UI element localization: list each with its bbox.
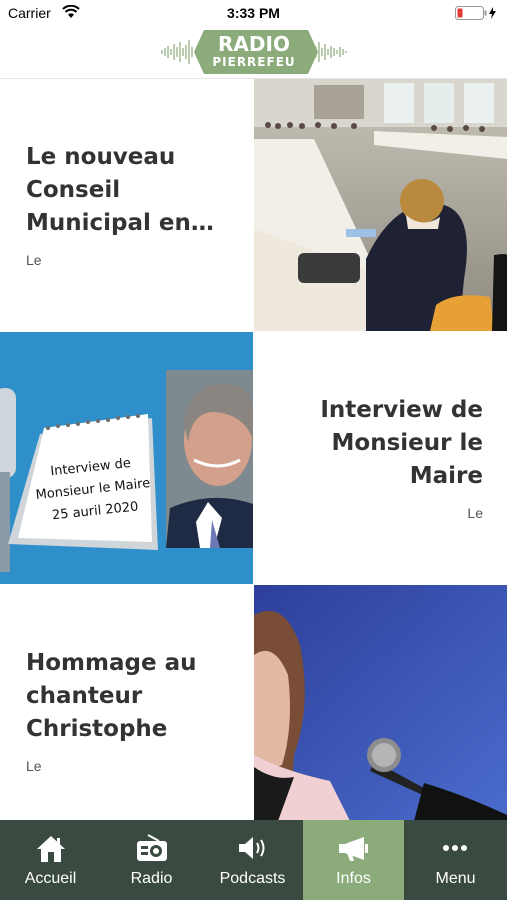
tab-label: Menu [404, 870, 507, 888]
radio-icon [136, 832, 168, 864]
news-meta: Le [467, 505, 483, 521]
news-text-cell[interactable]: Interview de Monsieur le Maire Le [254, 332, 507, 584]
bottom-tab-bar: Accueil Radio Podcasts Infos [0, 820, 507, 900]
mayor-interview-image[interactable]: Interview de Monsieur le Maire 25 auril … [0, 332, 253, 584]
news-title[interactable]: Interview de Monsieur le Maire [290, 394, 483, 493]
news-item[interactable]: Interview de Monsieur le Maire 25 auril … [0, 332, 507, 584]
battery-icon [455, 6, 499, 23]
speaker-icon [237, 832, 269, 864]
tab-radio[interactable]: Radio [101, 820, 202, 900]
home-icon [35, 832, 67, 864]
news-text-cell[interactable]: Hommage au chanteur Christophe Le [0, 585, 253, 837]
tab-label: Radio [101, 870, 202, 888]
news-text-cell[interactable]: Le nouveau Conseil Municipal en… Le [0, 79, 253, 331]
news-meta: Le [26, 252, 42, 268]
news-title[interactable]: Hommage au chanteur Christophe [26, 647, 235, 746]
news-item[interactable]: Hommage au chanteur Christophe Le [0, 585, 507, 837]
tab-podcasts[interactable]: Podcasts [202, 820, 303, 900]
tab-label: Infos [303, 870, 404, 888]
news-feed[interactable]: Le nouveau Conseil Municipal en… Le [0, 79, 507, 820]
status-time: 3:33 PM [0, 5, 507, 21]
news-item[interactable]: Le nouveau Conseil Municipal en… Le [0, 79, 507, 331]
status-bar: Carrier 3:33 PM [0, 0, 507, 26]
logo-text-radio: RADIO [160, 32, 348, 56]
council-meeting-image[interactable] [254, 79, 507, 331]
tab-accueil[interactable]: Accueil [0, 820, 101, 900]
tab-label: Accueil [0, 870, 101, 888]
tab-label: Podcasts [202, 870, 303, 888]
radio-pierrefeu-logo: RADIO PIERREFEU [160, 28, 348, 76]
news-meta: Le [26, 758, 42, 774]
tab-infos[interactable]: Infos [303, 820, 404, 900]
app-header: RADIO PIERREFEU [0, 26, 507, 79]
singer-image[interactable] [254, 585, 507, 837]
logo-text-pierrefeu: PIERREFEU [160, 55, 348, 69]
more-icon [439, 832, 471, 864]
tab-menu[interactable]: Menu [404, 820, 507, 900]
news-title[interactable]: Le nouveau Conseil Municipal en… [26, 141, 235, 240]
calendar-text: Interview de Monsieur le Maire 25 auril … [25, 450, 161, 529]
megaphone-icon [338, 832, 370, 864]
